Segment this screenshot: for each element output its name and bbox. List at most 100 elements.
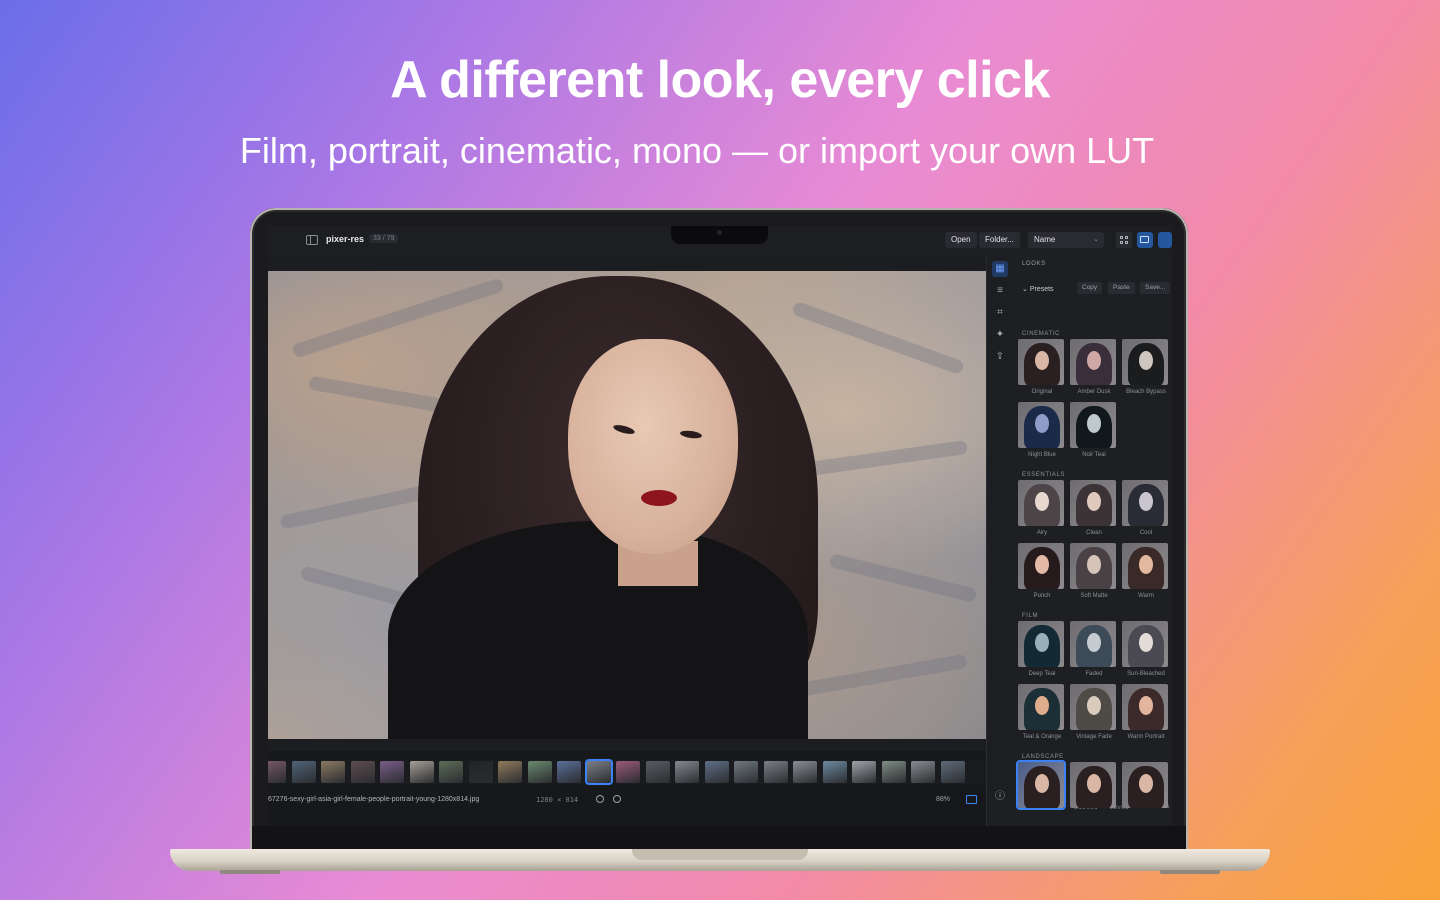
look-thumbnail	[1018, 480, 1064, 526]
filmstrip-thumbnail[interactable]	[557, 761, 581, 783]
look-thumbnail	[1018, 339, 1064, 385]
look-preset[interactable]	[1016, 760, 1066, 812]
filmstrip-thumbnail[interactable]	[527, 761, 552, 783]
open-button[interactable]: Open	[945, 232, 977, 248]
info-icon[interactable]: ⓘ	[992, 789, 1008, 805]
look-thumbnail	[1018, 684, 1064, 730]
look-preset[interactable]: Teal & Orange	[1018, 684, 1066, 740]
camera-notch	[671, 226, 768, 244]
image-viewer[interactable]	[268, 254, 986, 751]
look-preset[interactable]: Warm	[1122, 543, 1170, 599]
filmstrip-thumbnail[interactable]	[763, 761, 788, 783]
panel-title: LOOKS	[1022, 261, 1046, 267]
look-label: Bleach Bypass	[1126, 389, 1166, 395]
look-label: Punch	[1033, 593, 1051, 599]
image-dimensions: 1280 × 814	[536, 796, 579, 804]
filmstrip-thumbnail[interactable]	[940, 761, 965, 783]
look-label: Night Blue	[1028, 452, 1056, 458]
look-label: Faded	[1085, 671, 1103, 677]
look-preset[interactable]: Faded	[1070, 621, 1118, 677]
look-label: Warm Portrait	[1127, 734, 1165, 740]
look-preset[interactable]: Night Blue	[1018, 402, 1066, 458]
export-icon[interactable]: ⇪	[992, 349, 1008, 365]
look-thumbnail	[1070, 762, 1116, 808]
look-thumbnail	[1122, 762, 1168, 808]
main-photo	[268, 271, 986, 739]
section-header: ESSENTIALS	[1022, 472, 1066, 478]
crop-icon[interactable]: ⌗	[992, 305, 1008, 321]
tool-rail: ▦ ≡ ⌗ ✦ ⇪ ⓘ	[986, 254, 1014, 826]
magic-wand-icon[interactable]: ✦	[992, 327, 1008, 343]
look-preset[interactable]: Soft Matte	[1070, 543, 1118, 599]
presets-toggle[interactable]: ⌄ Presets	[1022, 285, 1054, 293]
looks-panel: LOOKS ⌄ Presets Copy Paste Save... ↶ ↷ E…	[1013, 254, 1172, 826]
paste-button[interactable]: Paste	[1108, 282, 1135, 294]
single-view-button[interactable]	[1137, 232, 1153, 248]
filmstrip[interactable]	[268, 759, 986, 785]
sort-select[interactable]: Name ⌄	[1028, 232, 1104, 248]
look-preset[interactable]: Sun-Bleached	[1122, 621, 1170, 677]
grid-view-button[interactable]	[1116, 232, 1132, 248]
look-label: Deep Teal	[1028, 671, 1056, 677]
filmstrip-thumbnail[interactable]	[852, 761, 876, 783]
look-preset[interactable]: Original	[1018, 339, 1066, 395]
panel-toggle-button[interactable]	[1158, 232, 1172, 248]
look-preset[interactable]: Deep Teal	[1018, 621, 1066, 677]
filmstrip-thumbnail[interactable]	[380, 761, 404, 783]
filmstrip-thumbnail[interactable]	[911, 761, 935, 783]
save-preset-button[interactable]: Save...	[1140, 282, 1171, 294]
look-preset[interactable]: Cool	[1122, 480, 1170, 536]
rotate-right-icon[interactable]	[613, 795, 621, 803]
rotate-left-icon[interactable]	[596, 795, 604, 803]
filmstrip-thumbnail[interactable]	[881, 761, 906, 783]
look-preset[interactable]: Amber Dusk	[1070, 339, 1118, 395]
filmstrip-thumbnail[interactable]	[645, 761, 670, 783]
filmstrip-thumbnail[interactable]	[793, 761, 817, 783]
look-preset[interactable]: Punch	[1018, 543, 1066, 599]
filmstrip-thumbnail[interactable]	[468, 761, 493, 783]
look-preset[interactable]: Noir Teal	[1070, 402, 1118, 458]
looks-tool-icon[interactable]: ▦	[992, 261, 1008, 277]
look-label: Airy	[1036, 530, 1048, 536]
filmstrip-thumbnail[interactable]	[439, 761, 463, 783]
image-counter: 33 / 79	[369, 234, 399, 243]
look-preset[interactable]: Vintage Fade	[1070, 684, 1118, 740]
filmstrip-thumbnail[interactable]	[616, 761, 640, 783]
filmstrip-thumbnail[interactable]	[268, 761, 286, 783]
look-label: Original	[1031, 389, 1053, 395]
filmstrip-thumbnail[interactable]	[350, 761, 375, 783]
adjust-sliders-icon[interactable]: ≡	[992, 283, 1008, 299]
status-bar: 67276-sexy-girl-asia-girl-female-people-…	[268, 792, 986, 808]
filmstrip-thumbnail[interactable]	[291, 761, 316, 783]
sort-select-value: Name	[1034, 235, 1056, 244]
look-label: Noir Teal	[1082, 452, 1106, 458]
look-preset[interactable]: Warm Portrait	[1122, 684, 1170, 740]
filmstrip-thumbnail[interactable]	[704, 761, 729, 783]
look-thumbnail	[1070, 543, 1116, 589]
folder-button[interactable]: Folder...	[979, 232, 1020, 248]
look-preset[interactable]: Bleach Bypass	[1122, 339, 1170, 395]
look-preset[interactable]	[1070, 762, 1118, 812]
filmstrip-thumbnail[interactable]	[822, 761, 847, 783]
look-thumbnail	[1122, 543, 1168, 589]
look-thumbnail	[1016, 760, 1066, 810]
zoom-level[interactable]: 88%	[936, 796, 950, 803]
look-preset[interactable]: Airy	[1018, 480, 1066, 536]
look-preset[interactable]	[1122, 762, 1170, 812]
panel-layout-icon[interactable]	[966, 795, 977, 804]
camera-icon	[717, 230, 722, 235]
filmstrip-thumbnail[interactable]	[734, 761, 758, 783]
copy-button[interactable]: Copy	[1077, 282, 1103, 294]
filmstrip-thumbnail[interactable]	[584, 759, 613, 785]
look-preset[interactable]: Clean	[1070, 480, 1118, 536]
sidebar-toggle-icon[interactable]	[306, 235, 318, 245]
filmstrip-thumbnail[interactable]	[675, 761, 699, 783]
filmstrip-thumbnail[interactable]	[321, 761, 345, 783]
folder-title: pixer-res	[326, 234, 365, 244]
filmstrip-thumbnail[interactable]	[498, 761, 522, 783]
look-label: Clean	[1086, 530, 1102, 536]
filmstrip-thumbnail[interactable]	[409, 761, 434, 783]
laptop-hinge-notch	[632, 849, 808, 860]
look-label: Amber Dusk	[1077, 389, 1111, 395]
look-thumbnail	[1070, 402, 1116, 448]
